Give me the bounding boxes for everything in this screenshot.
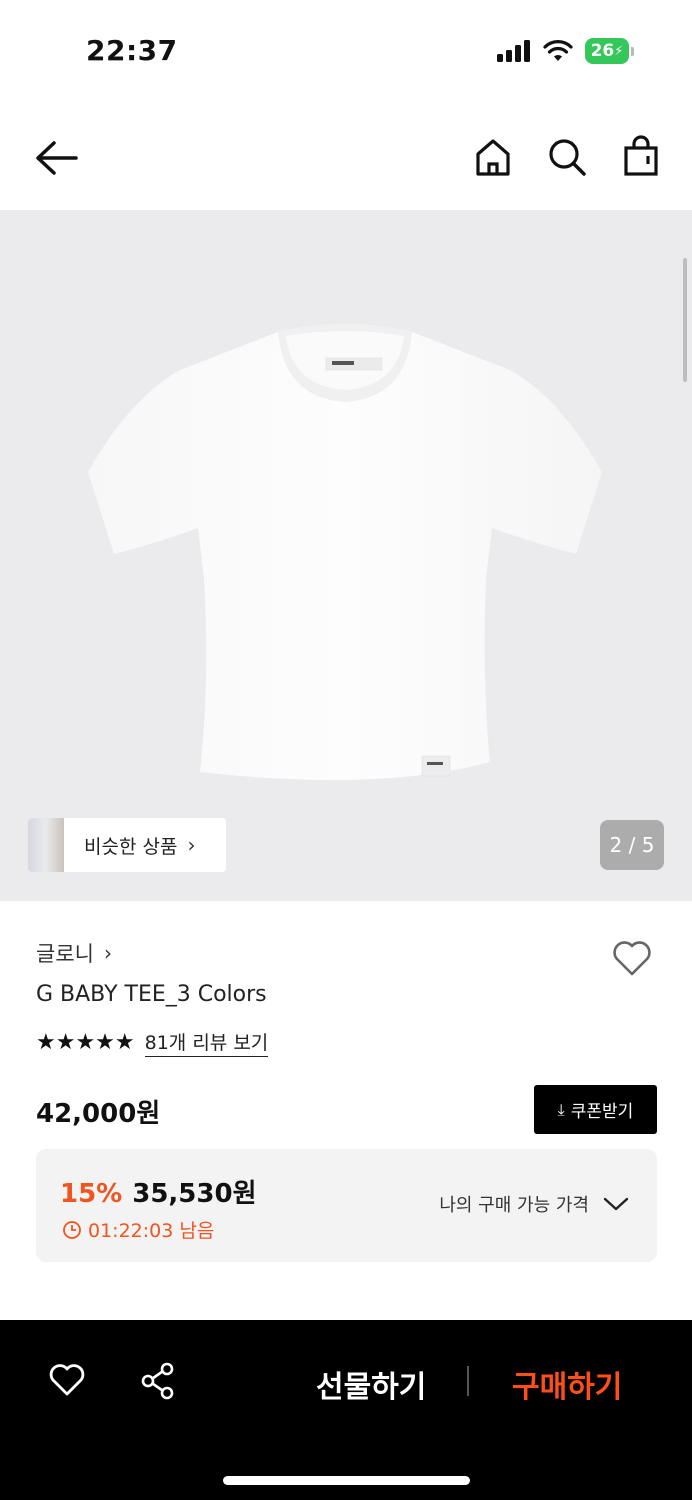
discount-line: 15% 35,530원 (60, 1173, 257, 1210)
my-price-label: 나의 구매 가능 가격 (439, 1195, 589, 1216)
timer-text: 01:22:03 남음 (88, 1220, 215, 1242)
similar-product-thumbnail (28, 818, 64, 872)
similar-products-button[interactable]: 비슷한 상품 › (28, 818, 226, 872)
search-icon[interactable] (544, 134, 590, 180)
chevron-right-icon: › (187, 833, 196, 857)
home-indicator[interactable] (223, 1476, 470, 1485)
heart-icon[interactable] (610, 936, 654, 980)
battery-level: 26 ⚡ (585, 38, 629, 64)
coupon-button[interactable]: ⤓ 쿠폰받기 (534, 1085, 657, 1134)
home-icon[interactable] (470, 134, 516, 180)
star-rating: ★★★★★ (36, 1030, 135, 1055)
chevron-right-icon: › (103, 941, 112, 965)
status-icons: 26 ⚡ (497, 38, 634, 64)
discount-price: 35,530원 (132, 1179, 257, 1209)
product-image (88, 324, 602, 780)
battery-percent: 26 (590, 41, 615, 61)
my-price-toggle[interactable]: 나의 구매 가능 가격 (439, 1191, 629, 1217)
divider (467, 1366, 469, 1396)
clock-icon (63, 1220, 81, 1239)
heart-icon[interactable] (48, 1362, 86, 1398)
sale-timer: 01:22:03 남음 (62, 1216, 214, 1243)
image-page-indicator: 2 / 5 (600, 820, 664, 870)
bottom-action-bar: 선물하기 구매하기 (0, 1320, 692, 1500)
download-icon: ⤓ (557, 1099, 565, 1119)
similar-products-label: 비슷한 상품 (84, 835, 178, 858)
back-arrow-icon[interactable] (30, 136, 82, 180)
coupon-label: 쿠폰받기 (570, 1102, 634, 1122)
rating-row: ★★★★★ 81개 리뷰 보기 (36, 1028, 269, 1057)
review-link[interactable]: 81개 리뷰 보기 (144, 1028, 269, 1057)
brand-link[interactable]: 글로니 › (36, 938, 112, 968)
status-time: 22:37 (86, 34, 178, 67)
chevron-down-icon (603, 1197, 629, 1211)
top-nav-bar (0, 110, 692, 206)
wifi-icon (543, 40, 573, 61)
gift-button[interactable]: 선물하기 (316, 1362, 426, 1406)
original-price: 42,000원 (36, 1099, 161, 1129)
share-icon[interactable] (140, 1362, 176, 1400)
brand-name: 글로니 (36, 942, 94, 966)
shopping-bag-icon[interactable] (618, 134, 664, 180)
buy-button[interactable]: 구매하기 (512, 1362, 622, 1406)
status-bar: 22:37 26 ⚡ (0, 0, 692, 100)
battery-charging-icon: 26 ⚡ (585, 38, 634, 64)
scrollbar[interactable] (683, 258, 687, 382)
discount-percent: 15% (60, 1179, 123, 1209)
product-title: G BABY TEE_3 Colors (36, 982, 267, 1007)
product-image-carousel[interactable]: 비슷한 상품 › 2 / 5 (0, 210, 692, 901)
discount-box: 15% 35,530원 01:22:03 남음 나의 구매 가능 가격 (36, 1149, 657, 1262)
signal-icon (497, 40, 530, 62)
